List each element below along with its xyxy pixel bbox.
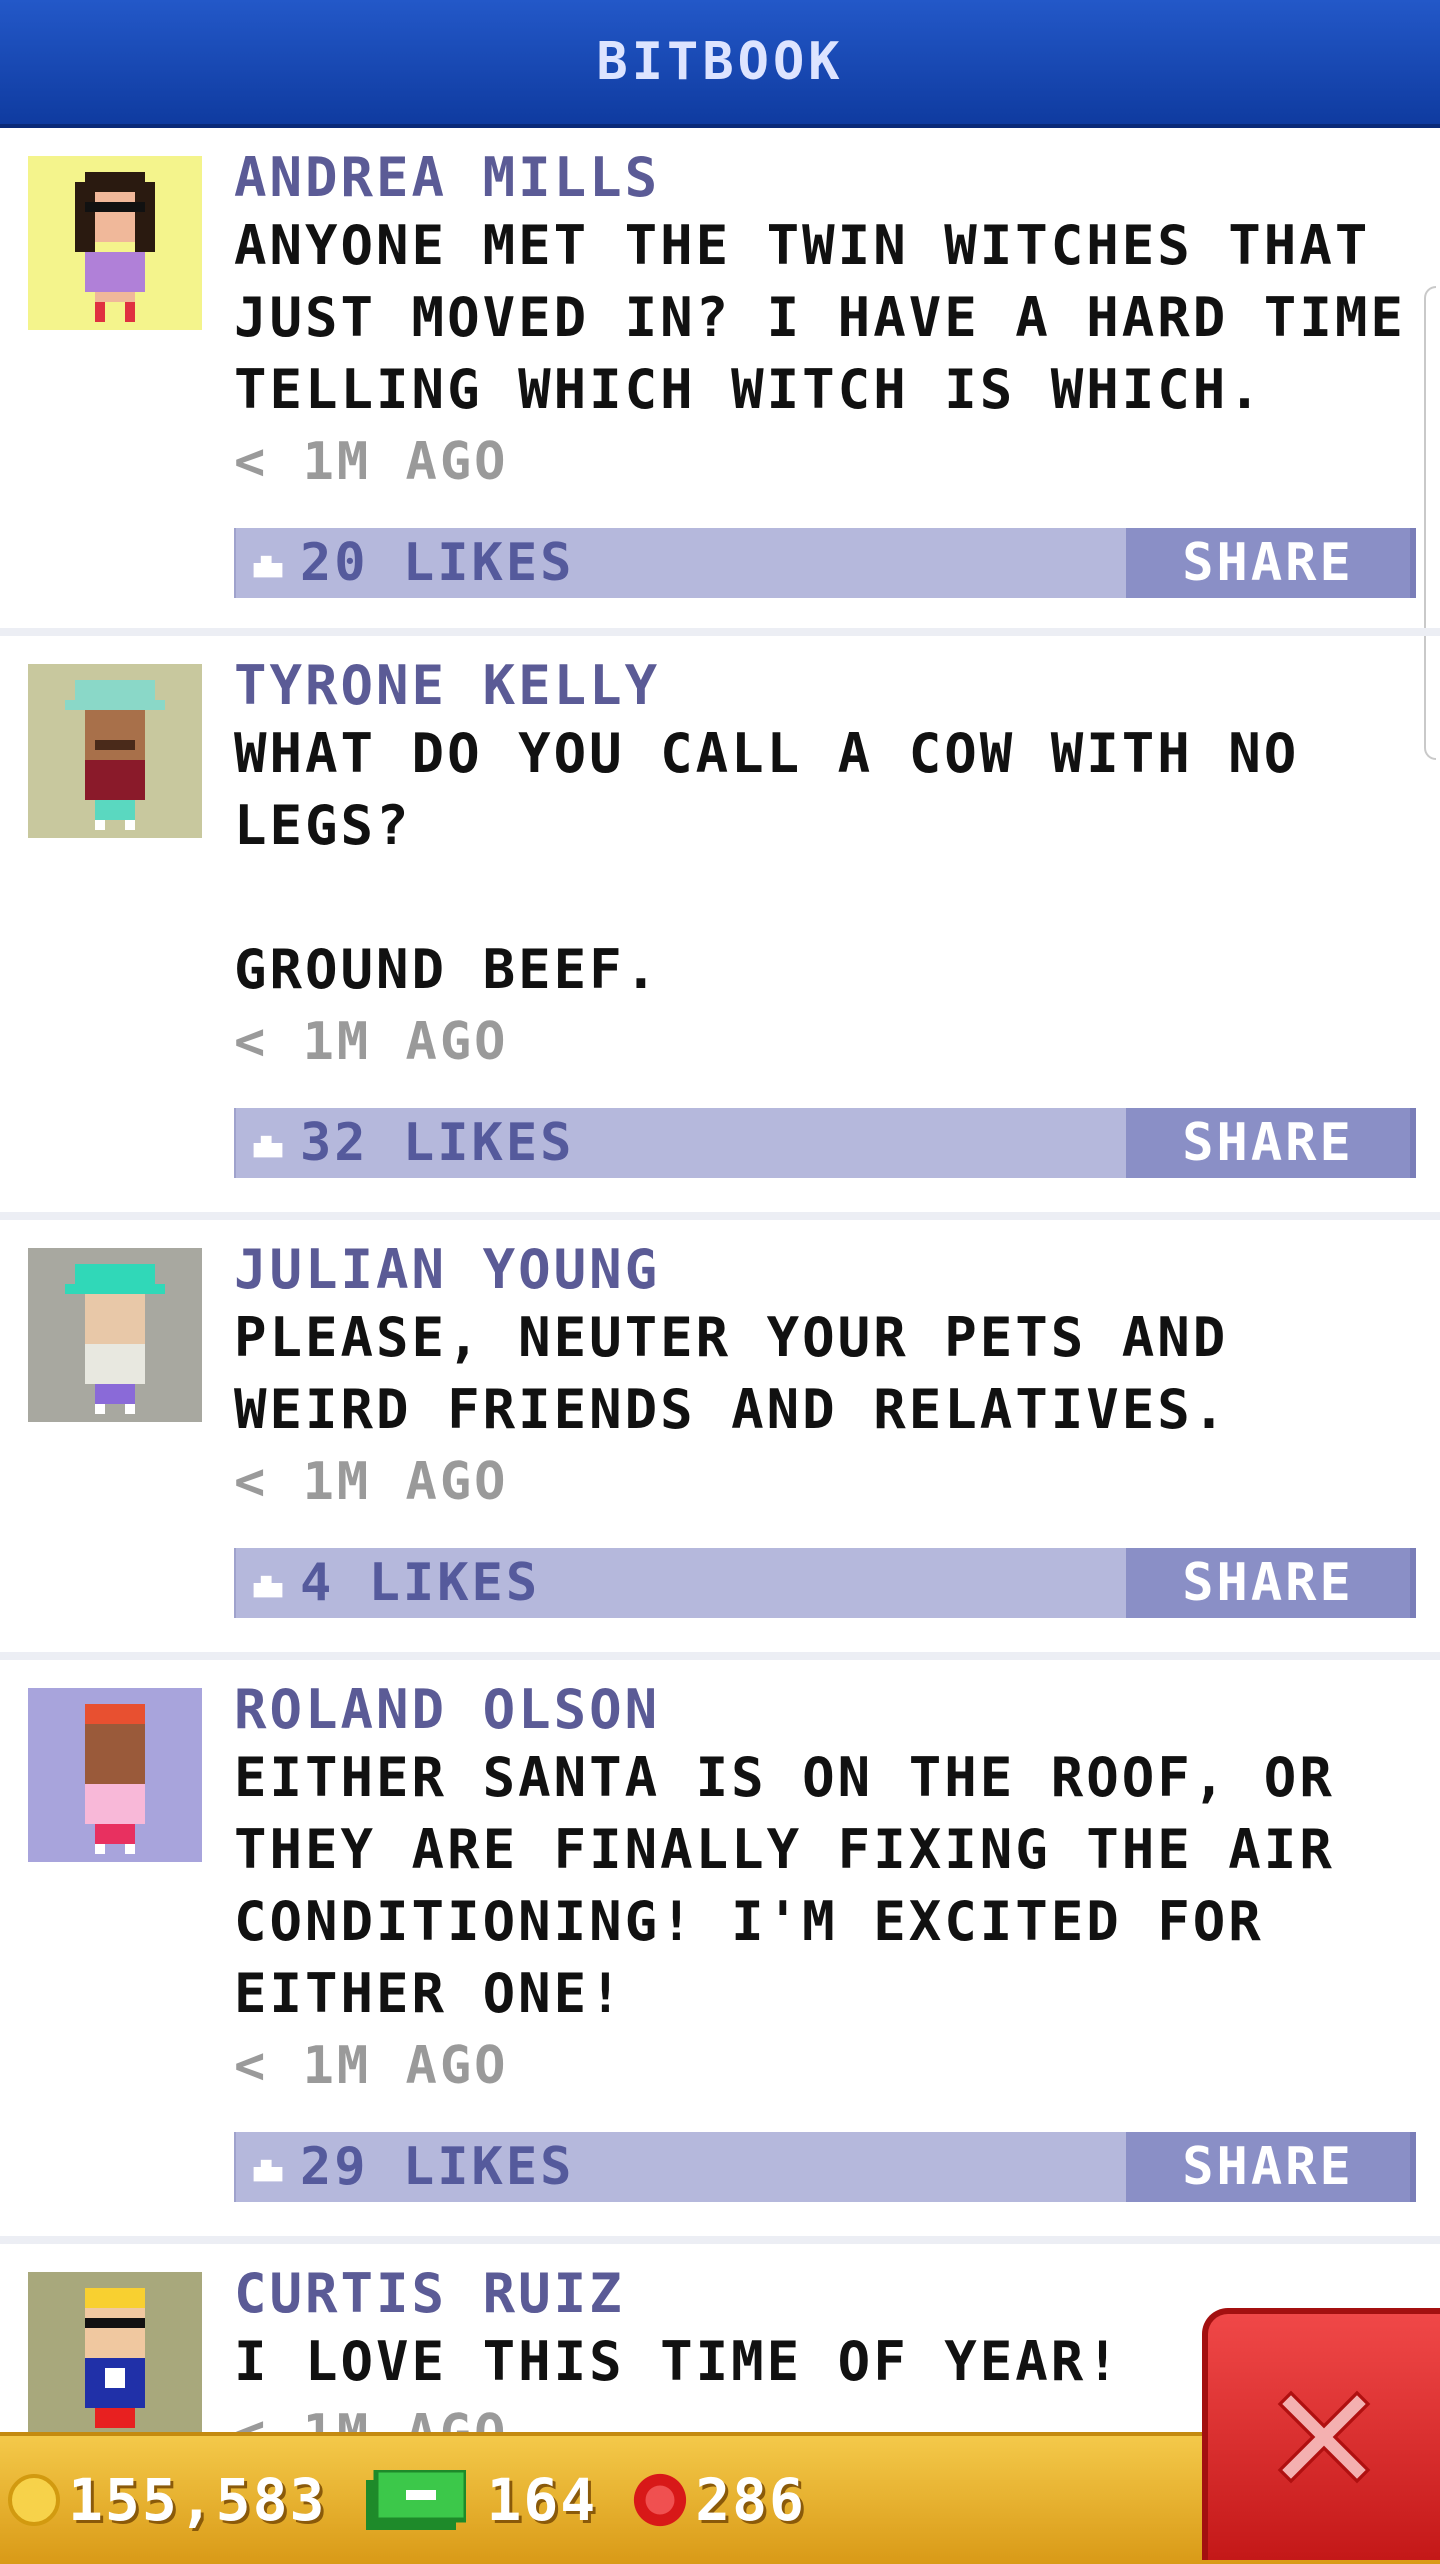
thumbs-up-icon[interactable]	[250, 2149, 286, 2185]
thumbs-up-icon[interactable]	[250, 1125, 286, 1161]
post-author[interactable]: JULIAN YOUNG	[234, 1238, 1424, 1302]
post-text: ANYONE MET THE TWIN WITCHES THAT JUST MO…	[234, 214, 1406, 421]
thumbs-up-icon[interactable]	[250, 545, 286, 581]
share-button[interactable]: SHARE	[1126, 2132, 1416, 2202]
share-button[interactable]: SHARE	[1126, 528, 1416, 598]
avatar[interactable]	[28, 1248, 202, 1422]
post-text: PLEASE, NEUTER YOUR PETS AND WEIRD FRIEN…	[234, 1306, 1229, 1441]
avatar-figure	[85, 2288, 145, 2428]
avatar[interactable]	[28, 1688, 202, 1862]
cash-icon	[366, 2470, 467, 2530]
post-author[interactable]: ANDREA MILLS	[234, 146, 1424, 210]
avatar-figure	[75, 172, 155, 322]
close-icon	[1277, 2390, 1371, 2484]
post-author[interactable]: TYRONE KELLY	[234, 654, 1424, 718]
avatar-figure	[65, 1264, 165, 1414]
coins-count: 155,583	[68, 2466, 327, 2534]
share-button[interactable]: SHARE	[1126, 1108, 1416, 1178]
post-author[interactable]: ROLAND OLSON	[234, 1678, 1424, 1742]
avatar[interactable]	[28, 156, 202, 330]
likes-count: 20 LIKES	[300, 533, 575, 593]
post-time: < 1M AGO	[234, 1452, 509, 1512]
thumbs-up-icon[interactable]	[250, 1565, 286, 1601]
post: ROLAND OLSON EITHER SANTA IS ON THE ROOF…	[0, 1660, 1440, 2244]
avatar-figure	[65, 680, 165, 830]
like-bar: 20 LIKES SHARE	[234, 528, 1416, 598]
likes-count: 29 LIKES	[300, 2137, 575, 2197]
post-text: EITHER SANTA IS ON THE ROOF, OR THEY ARE…	[234, 1746, 1335, 2025]
close-button[interactable]	[1202, 2308, 1440, 2560]
post-text: WHAT DO YOU CALL A COW WITH NO LEGS? GRO…	[234, 722, 1300, 1001]
avatar[interactable]	[28, 2272, 202, 2446]
post: ANDREA MILLS ANYONE MET THE TWIN WITCHES…	[0, 128, 1440, 636]
post-time: < 1M AGO	[234, 2036, 509, 2096]
like-bar: 29 LIKES SHARE	[234, 2132, 1416, 2202]
like-bar: 32 LIKES SHARE	[234, 1108, 1416, 1178]
share-button[interactable]: SHARE	[1126, 1548, 1416, 1618]
coin-icon	[8, 2474, 60, 2526]
post-time: < 1M AGO	[234, 1012, 509, 1072]
avatar[interactable]	[28, 664, 202, 838]
app-title: BITBOOK	[596, 32, 844, 92]
gem-icon	[634, 2473, 687, 2527]
top-bar: BITBOOK	[0, 0, 1440, 128]
likes-count: 32 LIKES	[300, 1113, 575, 1173]
feed: ANDREA MILLS ANYONE MET THE TWIN WITCHES…	[0, 128, 1440, 2544]
cash-count: 164	[486, 2466, 598, 2534]
like-bar: 4 LIKES SHARE	[234, 1548, 1416, 1618]
likes-count: 4 LIKES	[300, 1553, 541, 1613]
gems-count: 286	[695, 2466, 806, 2534]
post-time: < 1M AGO	[234, 432, 509, 492]
post: JULIAN YOUNG PLEASE, NEUTER YOUR PETS AN…	[0, 1220, 1440, 1660]
avatar-figure	[85, 1704, 145, 1854]
post: TYRONE KELLY WHAT DO YOU CALL A COW WITH…	[0, 636, 1440, 1220]
